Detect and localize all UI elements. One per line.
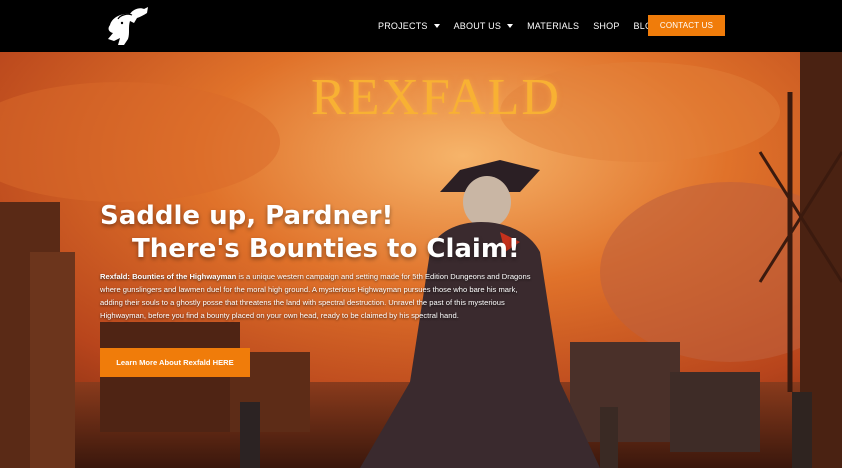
nav-materials-label: MATERIALS — [527, 21, 580, 31]
headline-line-1: Saddle up, Pardner! — [100, 201, 394, 231]
contact-us-button[interactable]: CONTACT US — [648, 15, 725, 36]
hero-headline: Saddle up, Pardner! There's Bounties to … — [100, 200, 520, 266]
nav-projects-label: PROJECTS — [378, 21, 428, 31]
hero-description: Rexfald: Bounties of the Highwayman is a… — [100, 270, 538, 322]
nav-materials[interactable]: MATERIALS — [527, 21, 579, 31]
learn-more-button[interactable]: Learn More About Rexfald HERE — [100, 348, 250, 377]
nav-about-us[interactable]: ABOUT US — [453, 21, 514, 31]
chevron-down-icon — [507, 24, 514, 28]
hero-section: REXFALD Saddle up, Pardner! There's Boun… — [0, 52, 842, 468]
cowboy-logo-icon[interactable] — [100, 5, 150, 47]
nav-projects[interactable]: PROJECTS — [378, 21, 440, 31]
site-header: PROJECTS ABOUT US MATERIALS SHOP BLOG CO… — [0, 0, 842, 52]
brand-title: REXFALD — [311, 69, 561, 126]
nav-shop-label: SHOP — [593, 21, 620, 31]
headline-line-2: There's Bounties to Claim! — [132, 234, 520, 264]
description-bold: Rexfald: Bounties of the Highwayman — [100, 272, 237, 281]
nav-shop[interactable]: SHOP — [593, 21, 619, 31]
main-nav: PROJECTS ABOUT US MATERIALS SHOP BLOG — [378, 0, 673, 52]
chevron-down-icon — [433, 24, 440, 28]
nav-about-us-label: ABOUT US — [453, 21, 502, 31]
